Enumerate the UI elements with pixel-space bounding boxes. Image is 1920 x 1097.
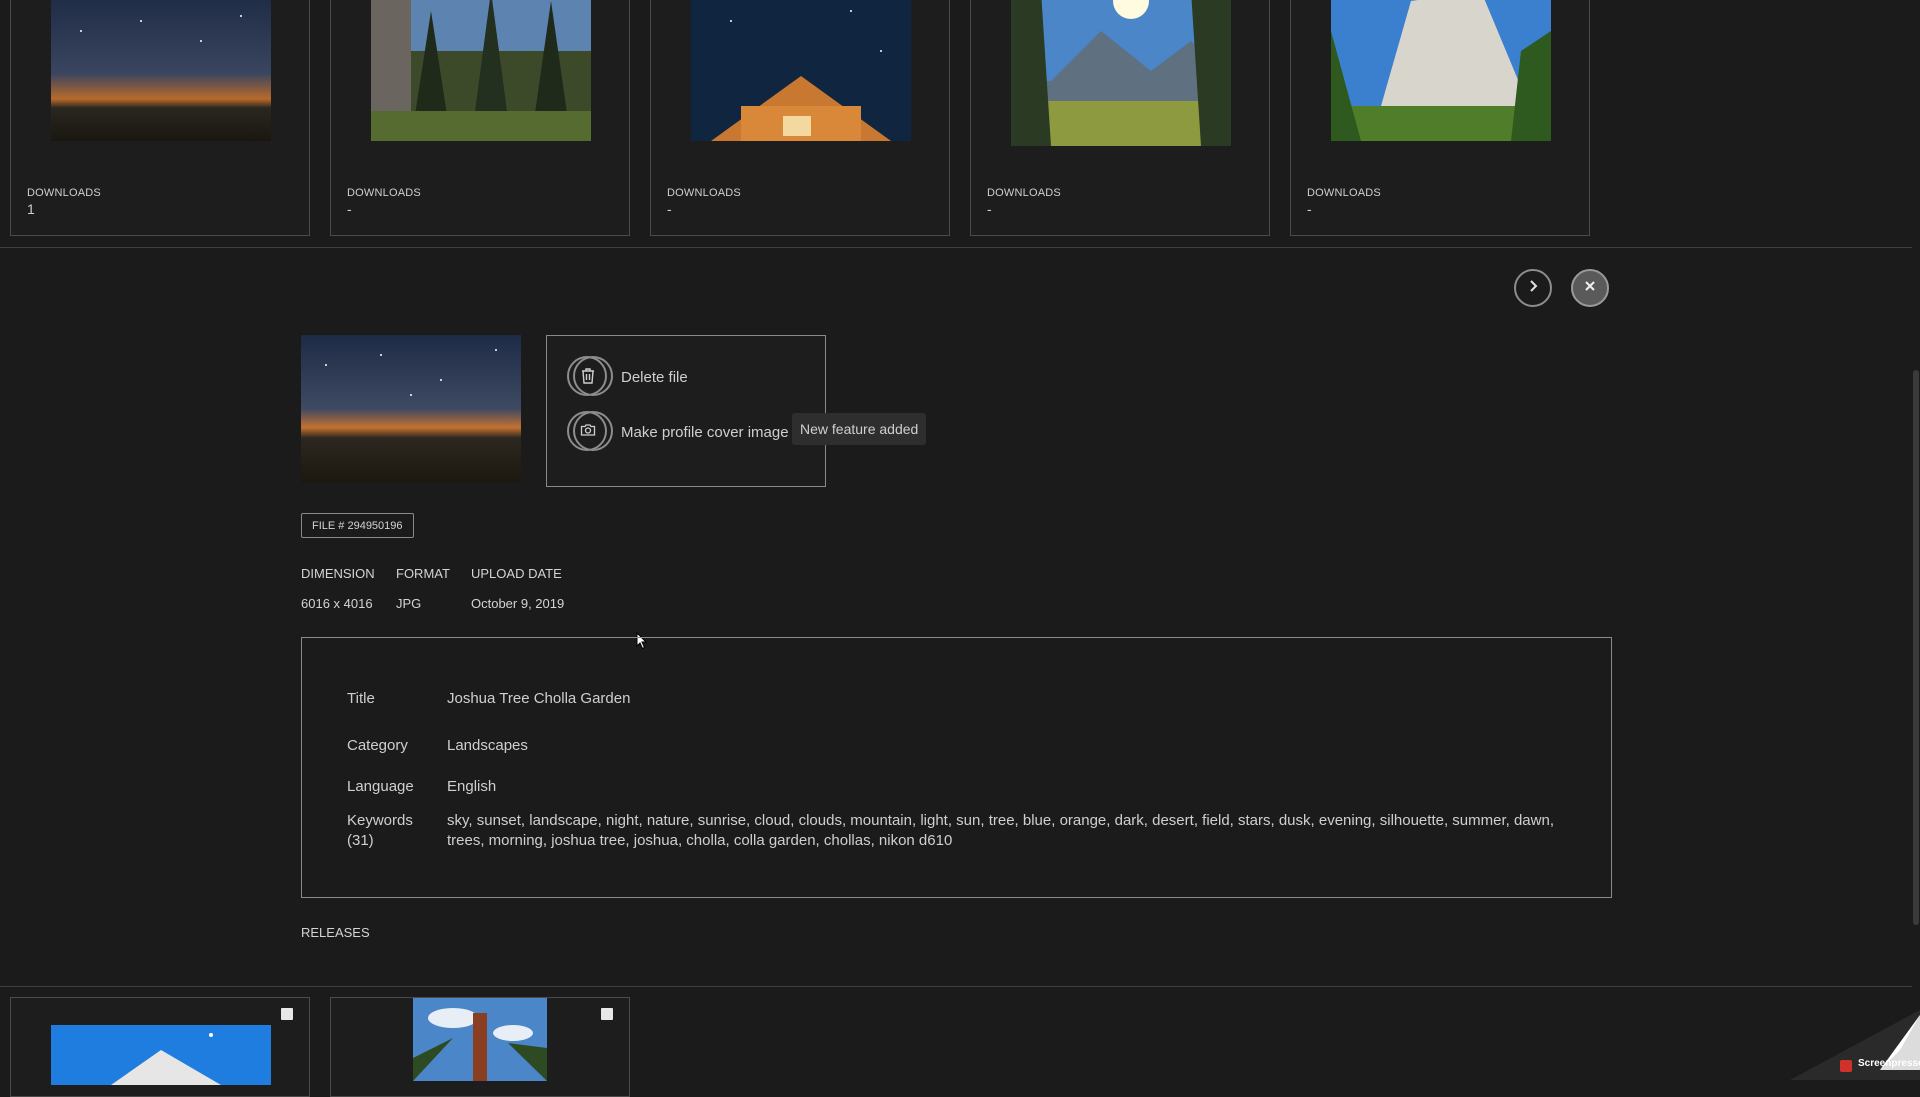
asset-card[interactable]: DOWNLOADS - (1290, 0, 1590, 236)
upload-date-label: UPLOAD DATE (471, 566, 562, 581)
close-icon (1583, 279, 1597, 298)
section-divider (0, 247, 1912, 248)
downloads-value: - (347, 201, 352, 217)
asset-card[interactable]: DOWNLOADS - (330, 0, 630, 236)
category-label: Category (347, 737, 408, 754)
chevron-right-icon (1526, 279, 1540, 298)
asset-thumbnail[interactable] (51, 0, 271, 141)
downloads-label: DOWNLOADS (987, 187, 1061, 199)
asset-thumbnail[interactable] (1331, 0, 1551, 141)
delete-file-label: Delete file (621, 368, 688, 386)
dimension-value: 6016 x 4016 (301, 596, 373, 611)
delete-file-button[interactable]: Delete file (567, 356, 688, 398)
asset-thumbnail[interactable] (413, 998, 547, 1081)
asset-card[interactable] (330, 997, 630, 1097)
camera-icon (567, 411, 613, 453)
make-cover-image-label: Make profile cover image (621, 423, 789, 441)
downloads-value: - (987, 201, 992, 217)
keywords-line-1[interactable]: sky, sunset, landscape, night, nature, s… (447, 812, 1554, 829)
asset-card[interactable]: DOWNLOADS 1 (10, 0, 310, 236)
page-curl-logo (1790, 1010, 1920, 1080)
title-label: Title (347, 690, 375, 707)
file-number-badge: FILE # 294950196 (301, 513, 414, 538)
asset-thumbnail[interactable] (371, 0, 591, 141)
selected-asset-preview (301, 335, 521, 482)
asset-card[interactable]: DOWNLOADS - (650, 0, 950, 236)
downloads-label: DOWNLOADS (347, 187, 421, 199)
make-cover-image-button[interactable]: Make profile cover image (567, 411, 789, 453)
keywords-label: Keywords (347, 812, 413, 829)
next-button[interactable] (1514, 269, 1552, 307)
category-value[interactable]: Landscapes (447, 737, 528, 754)
title-value[interactable]: Joshua Tree Cholla Garden (447, 690, 630, 707)
new-feature-tooltip: New feature added (792, 413, 927, 445)
trash-icon (567, 356, 613, 398)
watermark-text: Screenpresso (1858, 1058, 1920, 1069)
section-divider (0, 986, 1912, 987)
downloads-value: - (667, 201, 672, 217)
releases-heading: RELEASES (301, 925, 370, 940)
asset-thumbnail[interactable] (51, 1025, 271, 1085)
upload-date-value: October 9, 2019 (471, 596, 565, 611)
language-label: Language (347, 778, 414, 795)
scrollbar-thumb[interactable] (1913, 370, 1919, 925)
downloads-value: - (1307, 201, 1312, 217)
asset-card[interactable]: DOWNLOADS - (970, 0, 1270, 236)
asset-thumbnail[interactable] (1011, 0, 1231, 146)
keywords-count: (31) (347, 832, 374, 849)
language-value[interactable]: English (447, 778, 496, 795)
dimension-label: DIMENSION (301, 566, 375, 581)
close-button[interactable] (1571, 269, 1609, 307)
format-label: FORMAT (396, 566, 450, 581)
file-actions-menu: Delete file Make profile cover image (546, 335, 826, 487)
downloads-value: 1 (27, 201, 35, 217)
downloads-label: DOWNLOADS (667, 187, 741, 199)
file-details-panel: Title Joshua Tree Cholla Garden Category… (301, 637, 1612, 898)
select-checkbox[interactable] (281, 1008, 293, 1020)
asset-thumbnail[interactable] (691, 0, 911, 141)
select-checkbox[interactable] (601, 1008, 613, 1020)
downloads-label: DOWNLOADS (27, 187, 101, 199)
downloads-label: DOWNLOADS (1307, 187, 1381, 199)
asset-card[interactable] (10, 997, 310, 1097)
format-value: JPG (396, 596, 422, 611)
watermark-logo-icon (1840, 1060, 1852, 1072)
keywords-line-2[interactable]: trees, morning, joshua tree, joshua, cho… (447, 832, 952, 849)
